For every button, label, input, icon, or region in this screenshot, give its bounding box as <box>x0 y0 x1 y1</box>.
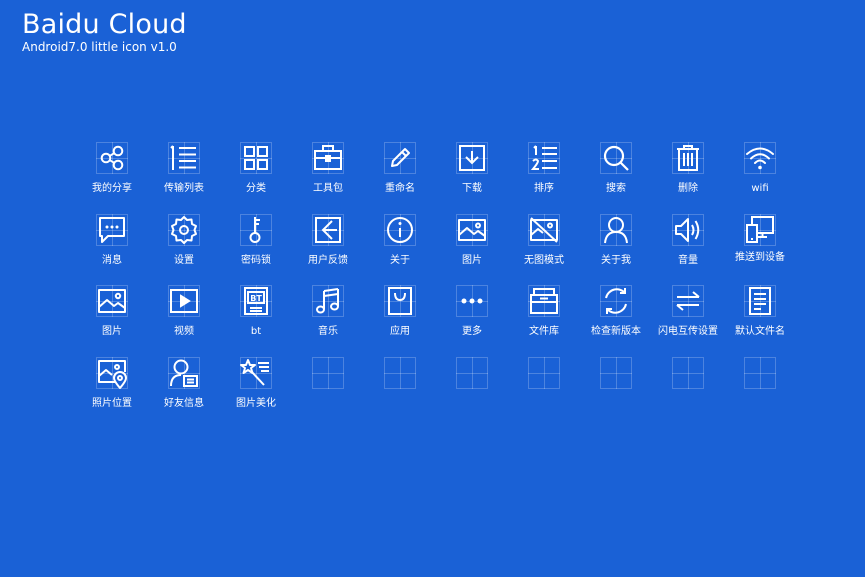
push-device-icon <box>744 214 776 246</box>
icon-cell-wifi[interactable]: wifi <box>724 142 796 204</box>
video-icon <box>168 285 200 317</box>
key-icon <box>240 214 272 246</box>
icon-label: wifi <box>751 183 769 194</box>
magic-wand-icon <box>240 357 272 389</box>
empty-slot <box>508 357 580 419</box>
trash-icon <box>672 142 704 174</box>
empty-slot <box>364 357 436 419</box>
toolbox-icon <box>312 142 344 174</box>
empty-grid-icon <box>672 357 704 389</box>
page-subtitle: Android7.0 little icon v1.0 <box>22 40 177 54</box>
picture-icon <box>96 285 128 317</box>
friend-info-icon <box>168 357 200 389</box>
search-icon <box>600 142 632 174</box>
user-icon <box>600 214 632 246</box>
wifi-icon <box>744 142 776 174</box>
icon-label: 图片美化 <box>236 398 276 409</box>
gear-icon <box>168 214 200 246</box>
volume-icon <box>672 214 704 246</box>
transfer-list-icon <box>168 142 200 174</box>
file-library-icon <box>528 285 560 317</box>
share-icon <box>96 142 128 174</box>
swap-arrows-icon <box>672 285 704 317</box>
page-title: Baidu Cloud <box>22 9 187 40</box>
download-icon <box>456 142 488 174</box>
empty-grid-icon <box>600 357 632 389</box>
empty-grid-icon <box>312 357 344 389</box>
empty-grid-icon <box>456 357 488 389</box>
more-icon <box>456 285 488 317</box>
empty-slot <box>436 357 508 419</box>
icon-cell-push-to-device[interactable]: 推送到设备 <box>724 214 796 276</box>
empty-slot <box>724 357 796 419</box>
document-icon <box>744 285 776 317</box>
feedback-icon <box>312 214 344 246</box>
bt-file-icon: BT <box>240 285 272 317</box>
empty-grid-icon <box>528 357 560 389</box>
info-icon <box>384 214 416 246</box>
empty-slot <box>580 357 652 419</box>
empty-grid-icon <box>744 357 776 389</box>
app-bag-icon <box>384 285 416 317</box>
empty-slot <box>292 357 364 419</box>
empty-grid-icon <box>384 357 416 389</box>
icon-cell-beautify[interactable]: 图片美化 <box>220 357 292 419</box>
message-icon <box>96 214 128 246</box>
refresh-icon <box>600 285 632 317</box>
photo-location-icon <box>96 357 128 389</box>
rename-pencil-icon <box>384 142 416 174</box>
sort-icon <box>528 142 560 174</box>
icon-cell-volume[interactable]: 音量 <box>652 214 724 276</box>
no-image-icon <box>528 214 560 246</box>
icon-label: 推送到设备 <box>735 252 785 263</box>
music-icon <box>312 285 344 317</box>
svg-text:BT: BT <box>250 294 262 303</box>
image-icon <box>456 214 488 246</box>
icon-label: 默认文件名 <box>735 326 785 337</box>
empty-slot <box>652 357 724 419</box>
icon-cell-default-filename[interactable]: 默认文件名 <box>724 285 796 347</box>
category-icon <box>240 142 272 174</box>
